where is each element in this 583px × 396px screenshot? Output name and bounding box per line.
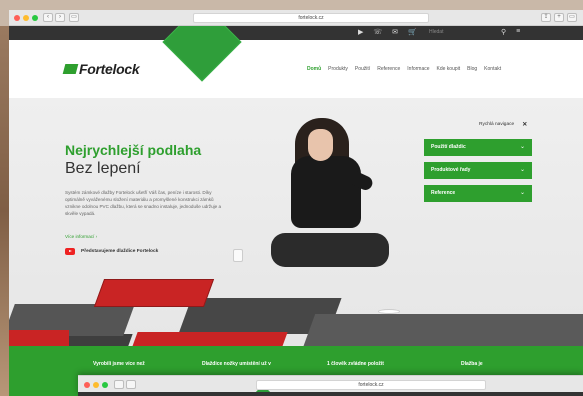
quick-nav-usage-label: Použití dlaždic [431, 144, 466, 150]
phone-icon[interactable]: ☏ [373, 29, 382, 37]
sidebar-toggle-button[interactable]: ▭ [69, 13, 79, 22]
woman-body [291, 156, 361, 228]
main-navigation: Domů Produkty Použití Reference Informac… [307, 66, 501, 72]
logo-text: Fortelock [79, 61, 140, 77]
nav-item-information[interactable]: Informace [407, 66, 429, 72]
chevron-down-icon: ⌄ [519, 167, 525, 173]
minimize-window-button[interactable] [23, 15, 29, 21]
feature-text: 1 člověk zvládne položit [327, 361, 384, 367]
floor-tile-red [9, 330, 69, 346]
nav-item-products[interactable]: Produkty [328, 66, 348, 72]
quick-nav-usage[interactable]: Použití dlaždic ⌄ [424, 139, 532, 156]
search-input[interactable]: Hledat [429, 29, 443, 35]
woman-face [308, 129, 333, 161]
close-window-button[interactable] [84, 382, 90, 388]
website-viewport: ▶ ☏ ✉ 🛒 Hledat ⚲ ≡ Fortelock Domů Produk… [9, 26, 583, 396]
zoom-window-button[interactable] [102, 382, 108, 388]
youtube-play-icon [65, 248, 75, 255]
address-bar[interactable]: fortelock.cz [256, 380, 486, 390]
feature-text: Vyrobili jsme více než [93, 361, 145, 367]
search-icon[interactable]: ⚲ [501, 28, 506, 36]
feature-text: Dlaždice nožky umístění už v [202, 361, 271, 367]
back-button[interactable]: ‹ [43, 13, 53, 22]
feature-text: Dlažba je [461, 361, 483, 367]
quick-nav-references[interactable]: Reference ⌄ [424, 185, 532, 202]
back-button[interactable] [114, 380, 124, 389]
zoom-window-button[interactable] [32, 15, 38, 21]
nav-item-usage[interactable]: Použití [355, 66, 370, 72]
chevron-down-icon: ⌄ [519, 190, 525, 196]
more-info-link[interactable]: Více informací › [65, 234, 97, 239]
top-utility-bar: ▶ ☏ ✉ 🛒 Hledat ⚲ ≡ [9, 26, 583, 40]
logo-mark-icon [62, 64, 79, 74]
forward-button[interactable] [126, 380, 136, 389]
browser-toolbar: ‹ › ▭ fortelock.cz ⇪ + ▭ [9, 10, 583, 26]
top-utility-bar [78, 392, 583, 396]
floor-tile [302, 314, 583, 346]
quick-nav-product-lines[interactable]: Produktové řady ⌄ [424, 162, 532, 179]
address-bar[interactable]: fortelock.cz [193, 13, 429, 23]
floor-tile-red [130, 332, 288, 346]
cart-icon[interactable]: 🛒 [408, 29, 417, 37]
window-controls [84, 382, 108, 388]
site-logo[interactable]: Fortelock [62, 61, 140, 77]
quick-nav-product-lines-label: Produktové řady [431, 167, 471, 173]
quick-nav-references-label: Reference [431, 190, 456, 196]
chevron-down-icon: ⌄ [519, 144, 525, 150]
woman-legs [271, 233, 389, 267]
close-window-button[interactable] [14, 15, 20, 21]
mug [233, 249, 243, 262]
forward-button[interactable]: › [55, 13, 65, 22]
secondary-browser-window: fortelock.cz [78, 375, 583, 396]
menu-icon[interactable]: ≡ [516, 28, 520, 36]
quick-navigation-header: Rychlá navigace ✕ [479, 121, 527, 128]
video-link[interactable]: Představujeme dlaždice Fortelock [65, 248, 158, 255]
tabs-overview-button[interactable]: ▭ [567, 13, 577, 22]
background-photo-edge [0, 26, 9, 396]
share-button[interactable]: ⇪ [541, 13, 551, 22]
mail-icon[interactable]: ✉ [392, 29, 398, 37]
nav-item-blog[interactable]: Blog [467, 66, 477, 72]
quick-navigation-label: Rychlá navigace [479, 122, 515, 127]
floor-tile-red [93, 279, 215, 307]
video-link-label: Představujeme dlaždice Fortelock [81, 249, 159, 254]
nav-item-references[interactable]: Reference [377, 66, 400, 72]
youtube-icon[interactable]: ▶ [358, 29, 363, 37]
window-controls [14, 15, 38, 21]
nav-item-where-to-buy[interactable]: Kde koupit [437, 66, 461, 72]
hero-title: Nejrychlejší podlaha [65, 142, 202, 158]
nav-item-home[interactable]: Domů [307, 66, 321, 72]
hero-section: Nejrychlejší podlaha Bez lepení Systém z… [9, 98, 583, 346]
hero-description: Systém zámkové dlažby Fortelock ušetří V… [65, 190, 222, 216]
new-tab-button[interactable]: + [554, 13, 564, 22]
coffee-cup [378, 309, 400, 314]
hero-subtitle: Bez lepení [65, 160, 141, 177]
minimize-window-button[interactable] [93, 382, 99, 388]
close-icon[interactable]: ✕ [522, 121, 527, 128]
nav-item-contact[interactable]: Kontakt [484, 66, 501, 72]
site-header: Fortelock Domů Produkty Použití Referenc… [9, 40, 583, 98]
